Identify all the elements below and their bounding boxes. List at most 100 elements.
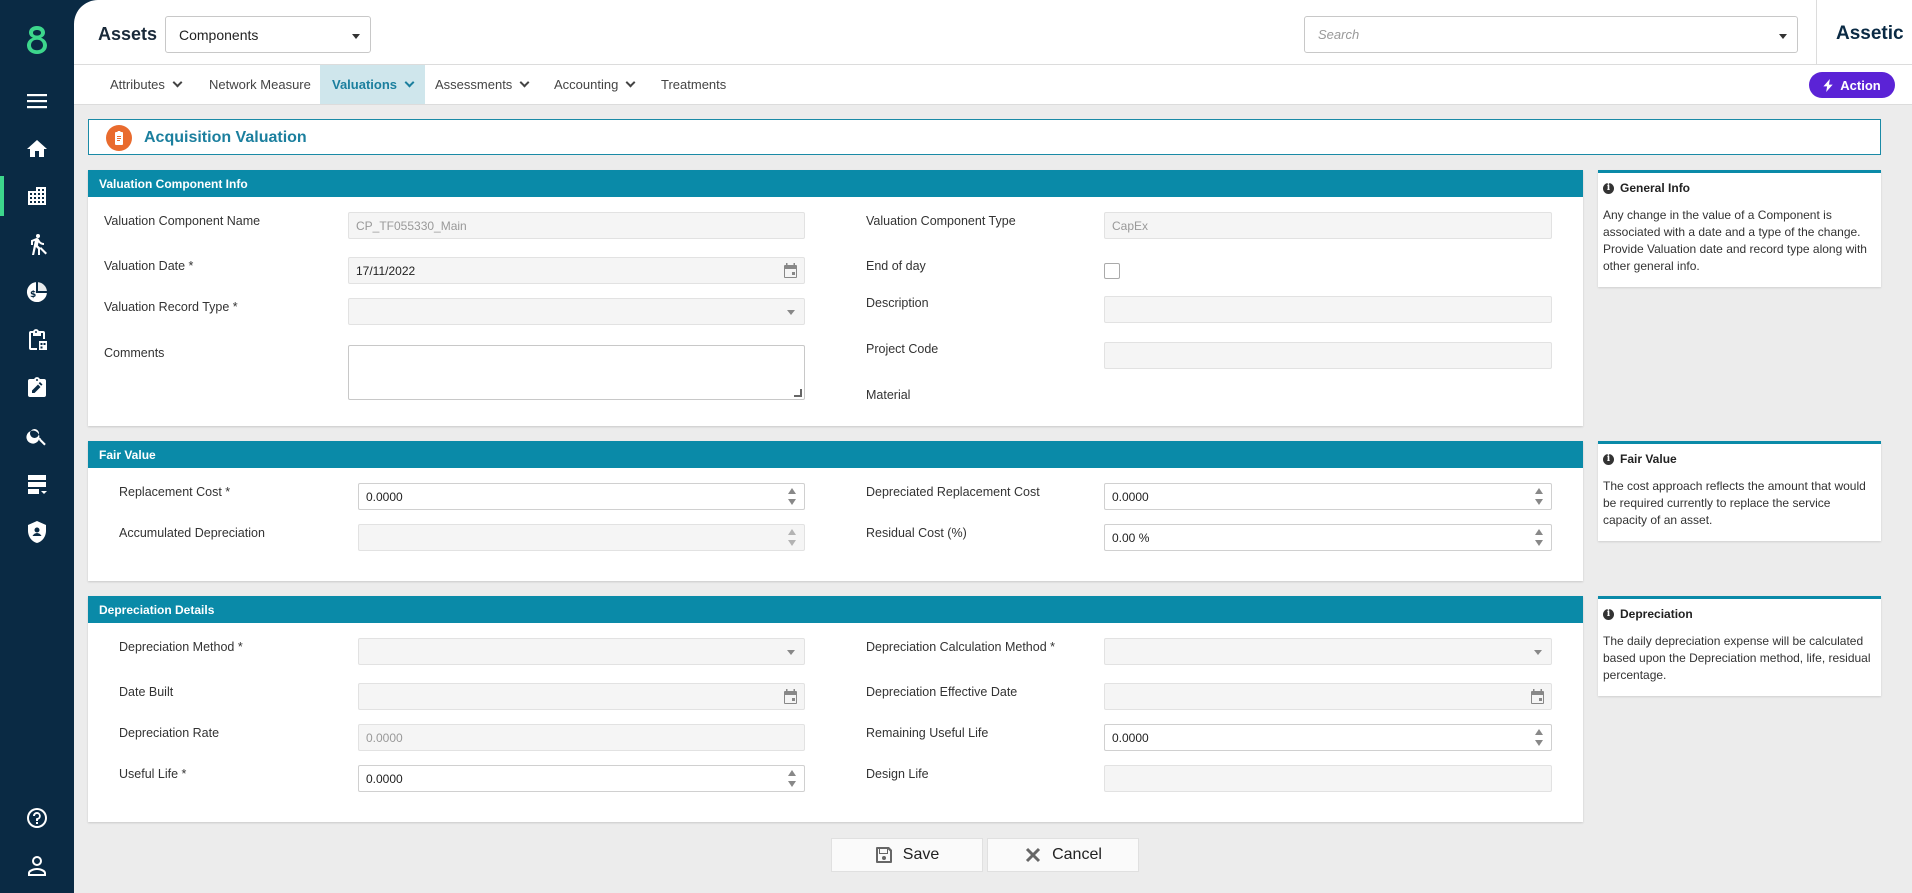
component-type-value: CapEx: [1112, 219, 1149, 233]
component-name-label: Valuation Component Name: [104, 214, 261, 228]
tab-label: Network Measure: [209, 77, 311, 92]
save-label: Save: [902, 846, 940, 863]
tab-attributes[interactable]: Attributes: [110, 65, 183, 104]
accumulated-depreciation-input: [358, 524, 805, 551]
project-code-input[interactable]: [1104, 342, 1552, 369]
residual-cost-label: Residual Cost (%): [866, 526, 967, 540]
fair-value-panel: Fair Value Replacement Cost * 0.0000 Dep…: [88, 441, 1583, 581]
info-icon: i: [1603, 453, 1614, 465]
design-life-label: Design Life: [866, 767, 929, 781]
task-icon[interactable]: [0, 368, 74, 408]
depreciated-replacement-cost-value: 0.0000: [1112, 490, 1149, 504]
worker-icon[interactable]: [0, 224, 74, 264]
clipboard-icon[interactable]: [0, 320, 74, 360]
chevron-down-icon: [787, 650, 795, 655]
logo-icon[interactable]: [0, 20, 74, 60]
stepper-icon[interactable]: [788, 488, 796, 505]
calc-method-select[interactable]: [1104, 638, 1552, 665]
remaining-life-label: Remaining Useful Life: [866, 726, 989, 740]
save-button[interactable]: Save: [831, 838, 983, 872]
depreciation-rate-value: 0.0000: [366, 731, 403, 745]
residual-cost-value: 0.00 %: [1112, 531, 1150, 545]
info-card-title: i Fair Value: [1603, 452, 1876, 466]
remaining-life-input[interactable]: 0.0000: [1104, 724, 1552, 751]
tab-label: Treatments: [661, 77, 727, 92]
calc-method-label: Depreciation Calculation Method *: [866, 640, 1055, 654]
header-divider: [1816, 0, 1817, 64]
module-select-value: Components: [179, 27, 259, 43]
design-life-input[interactable]: [1104, 765, 1552, 792]
valuation-date-label: Valuation Date *: [104, 259, 194, 273]
description-input[interactable]: [1104, 296, 1552, 323]
tab-bar: Attributes Network Measure Valuations As…: [74, 65, 1912, 105]
chevron-down-icon: [1534, 650, 1542, 655]
comments-textarea[interactable]: [348, 345, 805, 400]
chevron-down-icon: [787, 310, 795, 315]
chevron-down-icon: [352, 34, 360, 39]
valuation-date-value: 17/11/2022: [356, 264, 416, 278]
accumulated-depreciation-label: Accumulated Depreciation: [119, 526, 265, 540]
action-button[interactable]: Action: [1809, 72, 1895, 98]
remaining-life-value: 0.0000: [1112, 731, 1149, 745]
panel-heading: Fair Value: [88, 441, 1583, 468]
replacement-cost-input[interactable]: 0.0000: [358, 483, 805, 510]
info-card-body: Any change in the value of a Component i…: [1603, 208, 1867, 273]
depreciation-rate-label: Depreciation Rate: [119, 726, 220, 740]
stepper-icon[interactable]: [1535, 488, 1543, 505]
tab-valuations[interactable]: Valuations: [320, 65, 426, 104]
tab-network-measure[interactable]: Network Measure: [209, 65, 311, 104]
description-label: Description: [866, 296, 929, 310]
finance-icon[interactable]: $: [0, 272, 74, 312]
buildings-icon[interactable]: [0, 176, 74, 216]
record-type-select[interactable]: [348, 298, 805, 325]
tab-label: Attributes: [110, 77, 165, 92]
cancel-label: Cancel: [1052, 846, 1102, 863]
stepper-icon[interactable]: [1535, 529, 1543, 546]
home-icon[interactable]: [0, 129, 74, 169]
tab-treatments[interactable]: Treatments: [661, 65, 726, 104]
tab-accounting[interactable]: Accounting: [554, 65, 636, 104]
stepper-icon[interactable]: [788, 770, 796, 787]
info-card-title: i General Info: [1603, 181, 1876, 195]
effective-date-field[interactable]: [1104, 683, 1552, 710]
search-placeholder: Search: [1318, 27, 1360, 42]
project-code-label: Project Code: [866, 342, 939, 356]
search-icon[interactable]: [0, 416, 74, 456]
server-icon[interactable]: [0, 464, 74, 504]
residual-cost-input[interactable]: 0.00 %: [1104, 524, 1552, 551]
menu-icon[interactable]: [0, 81, 74, 121]
calendar-icon[interactable]: [783, 689, 798, 704]
chevron-down-icon: [404, 77, 415, 88]
depreciated-replacement-cost-input[interactable]: 0.0000: [1104, 483, 1552, 510]
save-icon: [875, 847, 892, 863]
valuation-date-field[interactable]: 17/11/2022: [348, 257, 805, 284]
cancel-button[interactable]: Cancel: [987, 838, 1139, 872]
useful-life-input[interactable]: 0.0000: [358, 765, 805, 792]
stepper-icon[interactable]: [1535, 729, 1543, 746]
info-icon: i: [1603, 608, 1614, 620]
replacement-cost-value: 0.0000: [366, 490, 403, 504]
calendar-icon[interactable]: [783, 263, 798, 278]
help-icon[interactable]: [0, 798, 74, 838]
replacement-cost-label: Replacement Cost *: [119, 485, 231, 499]
user-icon[interactable]: [0, 846, 74, 886]
search-input[interactable]: Search: [1304, 16, 1798, 53]
security-icon[interactable]: [0, 512, 74, 552]
info-card-fair-value: i Fair Value The cost approach reflects …: [1598, 441, 1881, 541]
tab-label: Valuations: [332, 77, 398, 92]
depreciation-panel: Depreciation Details Depreciation Method…: [88, 596, 1583, 822]
stepper-icon: [788, 529, 796, 546]
panel-heading: Valuation Component Info: [88, 170, 1583, 197]
module-select[interactable]: Components: [165, 16, 371, 53]
depreciation-method-select[interactable]: [358, 638, 805, 665]
date-built-field[interactable]: [358, 683, 805, 710]
resize-handle-icon[interactable]: [794, 389, 802, 397]
info-card-title-text: General Info: [1620, 181, 1691, 195]
component-type-label: Valuation Component Type: [866, 214, 1016, 228]
useful-life-value: 0.0000: [366, 772, 403, 786]
end-of-day-checkbox[interactable]: [1104, 263, 1120, 279]
component-name-field: CP_TF055330_Main: [348, 212, 805, 239]
tab-assessments[interactable]: Assessments: [435, 65, 530, 104]
chevron-down-icon: [1779, 34, 1787, 39]
calendar-icon[interactable]: [1530, 689, 1545, 704]
